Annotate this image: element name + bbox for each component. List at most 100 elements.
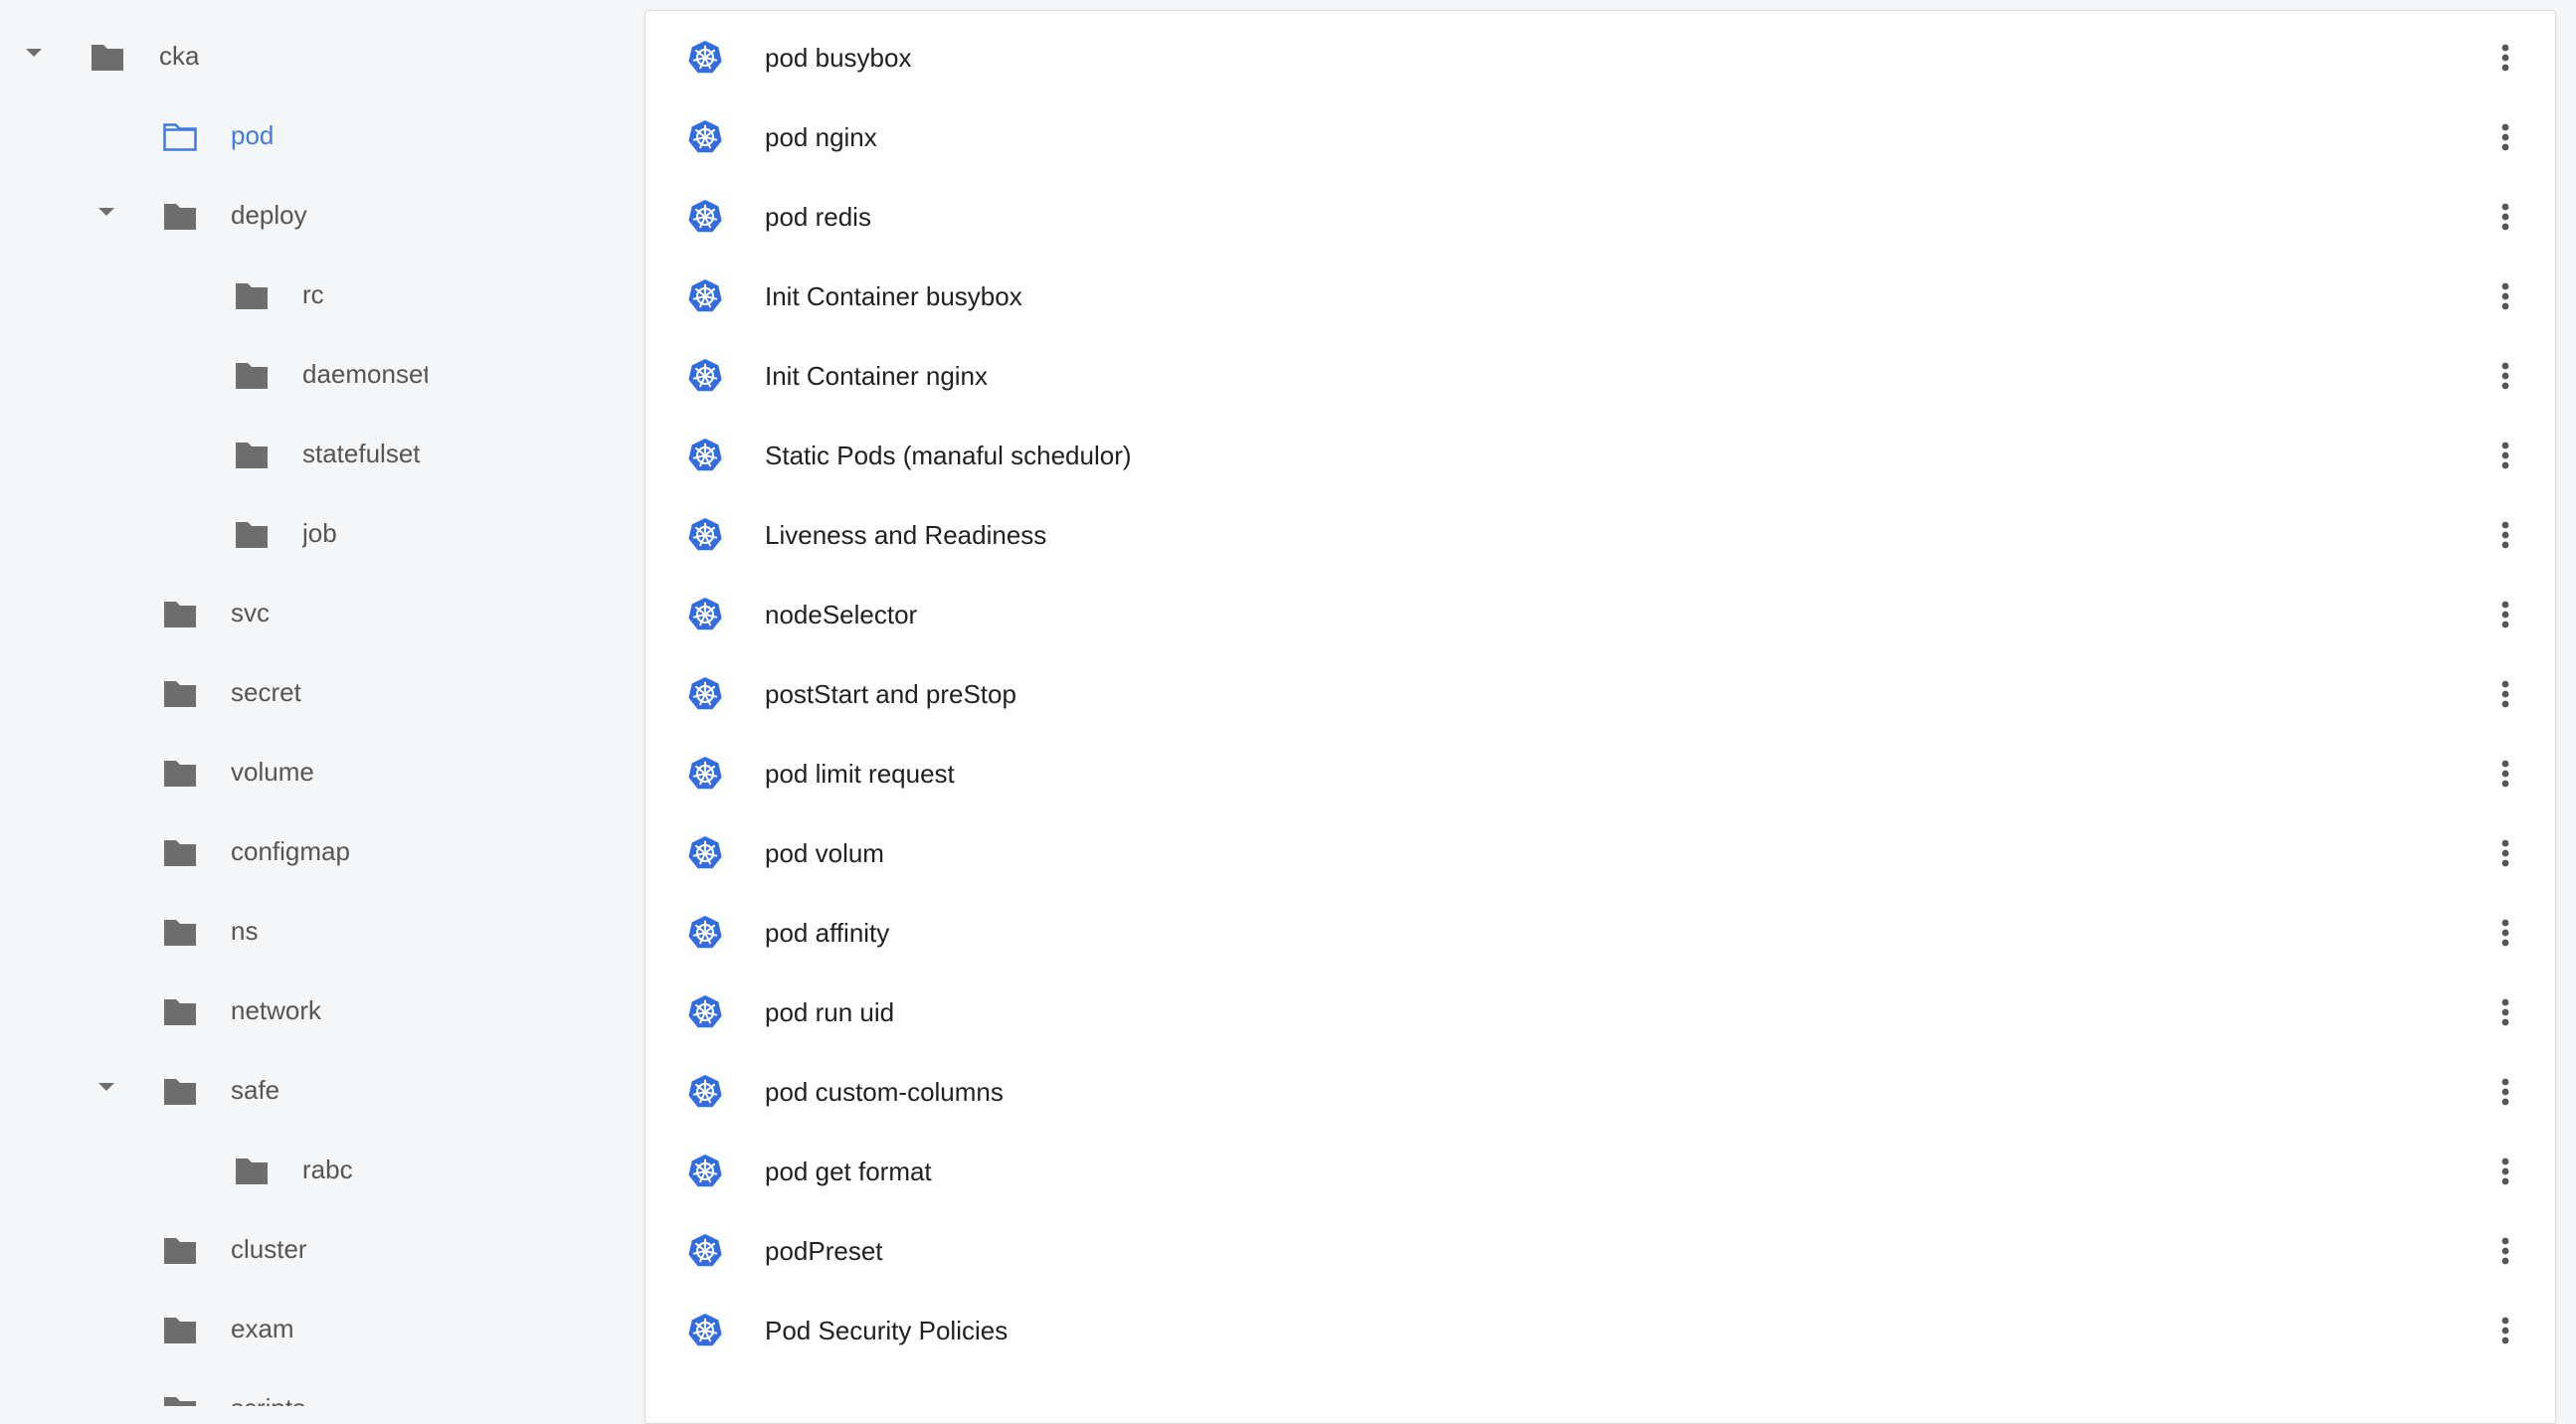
- kubernetes-icon: [687, 597, 723, 632]
- list-item-title: nodeSelector: [765, 600, 918, 629]
- list-item[interactable]: pod limit request: [645, 734, 2555, 813]
- more-vert-icon[interactable]: [2485, 117, 2525, 157]
- tree-item-statefulset[interactable]: statefulset: [0, 415, 644, 494]
- more-vert-icon[interactable]: [2485, 1152, 2525, 1191]
- tree-item-rabc[interactable]: rabc: [0, 1131, 644, 1210]
- kubernetes-icon: [687, 358, 723, 394]
- more-vert-icon[interactable]: [2485, 674, 2525, 714]
- more-vert-icon[interactable]: [2485, 992, 2525, 1032]
- folder-icon: [164, 1079, 196, 1105]
- more-vert-icon[interactable]: [2485, 276, 2525, 316]
- more-vert-icon[interactable]: [2485, 436, 2525, 475]
- kubernetes-icon: [687, 1233, 723, 1269]
- list-item[interactable]: postStart and preStop: [645, 654, 2555, 734]
- chevron-down-icon[interactable]: [98, 1083, 114, 1091]
- tree-item-safe[interactable]: safe: [0, 1051, 644, 1131]
- more-vert-icon[interactable]: [2485, 1231, 2525, 1271]
- list-item-title: pod busybox: [765, 43, 912, 73]
- list-item[interactable]: Liveness and Readiness: [645, 495, 2555, 575]
- tree-item-label: configmap: [231, 836, 350, 866]
- list-item[interactable]: pod run uid: [645, 973, 2555, 1052]
- folder-icon: [236, 443, 268, 468]
- tree-item-label: cka: [159, 41, 200, 71]
- kubernetes-icon: [687, 756, 723, 792]
- list-item-title: Liveness and Readiness: [765, 520, 1047, 550]
- more-vert-icon[interactable]: [2485, 754, 2525, 794]
- list-item[interactable]: pod affinity: [645, 893, 2555, 973]
- kubernetes-icon: [687, 835, 723, 871]
- more-vert-icon[interactable]: [2485, 1072, 2525, 1112]
- tree-item-label: daemonset: [302, 359, 428, 389]
- tree-item-secret[interactable]: secret: [0, 653, 644, 733]
- list-item[interactable]: podPreset: [645, 1211, 2555, 1291]
- folder-icon: [164, 761, 196, 787]
- list-item-title: pod limit request: [765, 759, 955, 789]
- tree-item-job[interactable]: job: [0, 494, 644, 574]
- tree-item-label: safe: [231, 1075, 280, 1105]
- tree-item-label: ns: [231, 916, 259, 946]
- more-vert-icon[interactable]: [2485, 197, 2525, 237]
- list-item-title: pod redis: [765, 202, 871, 232]
- folder-icon: [236, 1158, 268, 1184]
- tree-item-label: deploy: [231, 200, 307, 230]
- list-item[interactable]: pod custom-columns: [645, 1052, 2555, 1132]
- more-vert-icon[interactable]: [2485, 1311, 2525, 1350]
- chevron-down-icon[interactable]: [98, 208, 114, 216]
- folder-icon: [164, 204, 196, 230]
- folder-icon: [164, 1318, 196, 1343]
- tree-item-label: network: [231, 995, 322, 1025]
- more-vert-icon[interactable]: [2485, 913, 2525, 953]
- list-item-title: podPreset: [765, 1236, 883, 1266]
- folder-icon: [164, 920, 196, 946]
- list-item[interactable]: pod redis: [645, 177, 2555, 257]
- folder-icon: [236, 283, 268, 309]
- tree-item-label: cluster: [231, 1234, 307, 1264]
- tree-item-exam[interactable]: exam: [0, 1290, 644, 1369]
- list-item[interactable]: Static Pods (manaful schedulor): [645, 416, 2555, 495]
- tree-item-ns[interactable]: ns: [0, 892, 644, 972]
- folder-icon: [92, 45, 123, 71]
- list-item[interactable]: Pod Security Policies: [645, 1291, 2555, 1370]
- more-vert-icon[interactable]: [2485, 515, 2525, 555]
- more-vert-icon[interactable]: [2485, 833, 2525, 873]
- list-item-title: postStart and preStop: [765, 679, 1016, 709]
- tree-item-rc[interactable]: rc: [0, 256, 644, 335]
- list-item-title: pod get format: [765, 1157, 932, 1186]
- folder-icon: [236, 363, 268, 389]
- tree-item-cka[interactable]: cka: [0, 17, 644, 96]
- kubernetes-icon: [687, 199, 723, 235]
- kubernetes-icon: [687, 119, 723, 155]
- more-vert-icon[interactable]: [2485, 38, 2525, 78]
- tree-item-pod[interactable]: pod: [0, 96, 644, 176]
- tree-item-label: secret: [231, 677, 301, 707]
- list-item[interactable]: Init Container nginx: [645, 336, 2555, 416]
- tree-item-configmap[interactable]: configmap: [0, 812, 644, 892]
- kubernetes-icon: [687, 517, 723, 553]
- folder-icon: [164, 999, 196, 1025]
- kubernetes-icon: [687, 438, 723, 473]
- kubernetes-icon: [687, 1074, 723, 1110]
- list-item[interactable]: pod get format: [645, 1132, 2555, 1211]
- list-item-title: pod volum: [765, 838, 884, 868]
- tree-item-svc[interactable]: svc: [0, 574, 644, 653]
- tree-item-network[interactable]: network: [0, 972, 644, 1051]
- list-item[interactable]: Init Container busybox: [645, 257, 2555, 336]
- tree-item-label: rabc: [302, 1155, 353, 1184]
- tree-item-label: exam: [231, 1314, 294, 1343]
- tree-item-daemonset[interactable]: daemonset: [0, 335, 644, 415]
- tree-item-volume[interactable]: volume: [0, 733, 644, 812]
- more-vert-icon[interactable]: [2485, 356, 2525, 396]
- chevron-down-icon[interactable]: [26, 49, 42, 57]
- list-item[interactable]: nodeSelector: [645, 575, 2555, 654]
- list-item[interactable]: pod volum: [645, 813, 2555, 893]
- list-item[interactable]: pod nginx: [645, 97, 2555, 177]
- tree-item-scripts[interactable]: scripts: [0, 1369, 644, 1406]
- folder-icon: [164, 1238, 196, 1264]
- tree-item-cluster[interactable]: cluster: [0, 1210, 644, 1290]
- more-vert-icon[interactable]: [2485, 595, 2525, 634]
- tree-item-deploy[interactable]: deploy: [0, 176, 644, 256]
- tree-item-label: pod: [231, 120, 275, 150]
- list-item-title: Pod Security Policies: [765, 1316, 1009, 1345]
- list-item[interactable]: pod busybox: [645, 18, 2555, 97]
- tree-item-label: svc: [231, 598, 270, 627]
